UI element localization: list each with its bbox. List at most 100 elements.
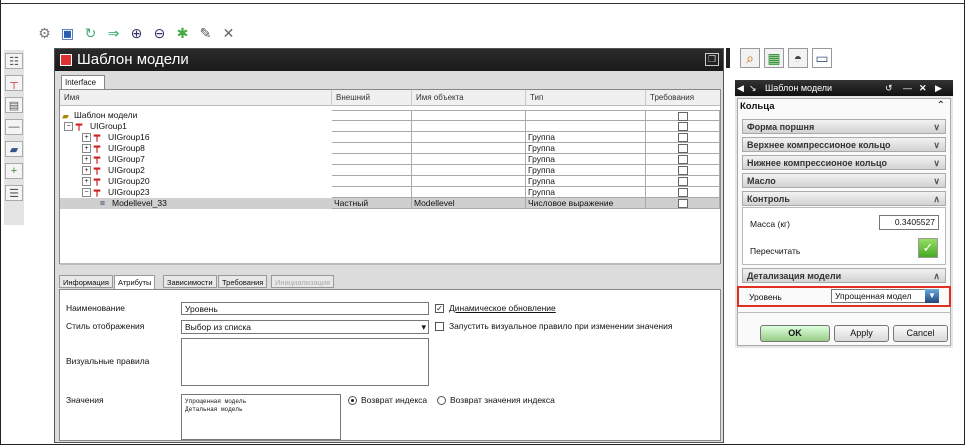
chevron-up-icon[interactable]: ⌃ <box>937 100 945 111</box>
name-input[interactable]: Уровень <box>181 302 429 315</box>
table-row[interactable]: + ┯ UIGroup16 Группа <box>60 132 720 143</box>
return-index-radio[interactable] <box>348 396 357 405</box>
tab-dependencies[interactable]: Зависимости <box>163 275 217 288</box>
minimize-icon[interactable]: — <box>903 80 912 96</box>
table-row[interactable]: ▰ Шаблон модели <box>60 110 720 121</box>
arrow-right-icon[interactable]: ⇒ <box>105 24 122 41</box>
values-list[interactable]: Упрощенная модель Детальная модель <box>181 394 341 440</box>
section-top-ring[interactable]: Верхнее компрессионое кольцо ∨ <box>742 137 946 152</box>
close-icon[interactable]: ✕ <box>220 24 237 41</box>
table-row-selected[interactable]: = Modellevel_33 Частный Modellevel Число… <box>60 198 720 209</box>
mass-input[interactable]: 0.3405527 <box>879 215 939 230</box>
col-external[interactable]: Внешний <box>332 90 412 106</box>
table-row[interactable]: + ┯ UIGroup7 Группа <box>60 154 720 165</box>
window-icon[interactable]: ▭ <box>812 48 832 68</box>
col-object-name[interactable]: Имя объекта <box>412 90 526 106</box>
splitter[interactable] <box>60 263 720 265</box>
zoom-in-icon[interactable]: ⊕ <box>128 24 145 41</box>
table-row[interactable]: + ┯ UIGroup20 Группа <box>60 176 720 187</box>
dynamic-update-label: Динамическое обновление <box>449 303 556 313</box>
ok-button[interactable]: OK <box>760 325 830 342</box>
recalculate-button[interactable]: ✓ <box>918 238 938 258</box>
requirement-checkbox[interactable] <box>678 177 688 186</box>
requirement-checkbox[interactable] <box>678 188 688 197</box>
collapse-icon[interactable]: − <box>64 122 73 131</box>
requirement-checkbox[interactable] <box>678 199 688 208</box>
requirement-checkbox[interactable] <box>678 112 688 121</box>
apply-button[interactable]: Apply <box>834 325 889 342</box>
section-piston-shape[interactable]: Форма поршня ∨ <box>742 119 946 134</box>
col-name[interactable]: Имя <box>60 90 332 106</box>
save-icon[interactable]: ▣ <box>59 24 76 41</box>
chevron-up-icon: ∧ <box>933 194 940 204</box>
tab-requirements[interactable]: Требования <box>218 275 268 288</box>
row-name: UIGroup7 <box>108 154 145 164</box>
tab-info[interactable]: Информация <box>59 275 113 288</box>
view-icon[interactable]: ◓ <box>788 48 808 68</box>
cell-object <box>412 110 526 121</box>
run-visual-rule-checkbox[interactable] <box>435 322 444 331</box>
part-icon[interactable]: ▦ <box>764 48 784 68</box>
hammer-icon[interactable]: ✎ <box>197 24 214 41</box>
level-select[interactable]: Упрощенная модел ▼ <box>831 289 939 303</box>
line-tool-icon[interactable]: — <box>5 119 23 135</box>
pin-tool-icon[interactable]: ┬ <box>5 75 23 91</box>
row-name: UIGroup2 <box>108 165 145 175</box>
tab-interface[interactable]: Interface <box>61 75 105 89</box>
grid-tool-icon[interactable]: ☷ <box>5 53 23 69</box>
table-row[interactable]: + ┯ UIGroup8 Группа <box>60 143 720 154</box>
stack-tool-icon[interactable]: ☰ <box>5 185 23 201</box>
magic-wand-icon[interactable]: ✱ <box>174 24 191 41</box>
requirement-checkbox[interactable] <box>678 122 688 131</box>
section-oil[interactable]: Масло ∨ <box>742 173 946 188</box>
section-control[interactable]: Контроль ∧ <box>742 191 946 206</box>
cell-req <box>646 132 720 143</box>
list-item[interactable]: Упрощенная модель <box>185 398 340 406</box>
table-row[interactable]: − ┯ UIGroup1 <box>60 121 720 132</box>
expand-icon[interactable]: + <box>82 133 91 142</box>
search-icon[interactable]: ⌕ <box>740 48 760 68</box>
close-icon[interactable]: ✕ <box>919 80 927 96</box>
cancel-button[interactable]: Cancel <box>893 325 948 342</box>
rings-header[interactable]: Кольца <box>740 101 774 112</box>
table-row[interactable]: + ┯ UIGroup2 Группа <box>60 165 720 176</box>
layout-tool-icon[interactable]: ▤ <box>5 97 23 113</box>
list-item[interactable]: Детальная модель <box>185 406 340 414</box>
table-row[interactable]: − ┯ UIGroup23 Группа <box>60 187 720 198</box>
visual-rules-input[interactable] <box>181 338 429 386</box>
section-model-detail[interactable]: Детализация модели ∧ <box>742 268 946 283</box>
col-type[interactable]: Тип <box>526 90 646 106</box>
return-index-value-radio[interactable] <box>437 396 446 405</box>
cell-req <box>646 110 720 121</box>
requirement-checkbox[interactable] <box>678 166 688 175</box>
zoom-out-icon[interactable]: ⊖ <box>151 24 168 41</box>
dynamic-update-checkbox[interactable]: ✓ <box>435 304 444 313</box>
settings-tool-icon[interactable]: ⚙ <box>36 24 53 41</box>
requirement-checkbox[interactable] <box>678 144 688 153</box>
refresh-icon[interactable]: ↻ <box>82 24 99 41</box>
col-requirements[interactable]: Требования <box>646 90 720 106</box>
tab-attributes[interactable]: Атрибуты <box>114 275 156 289</box>
expand-icon[interactable]: + <box>82 155 91 164</box>
panel-gripper[interactable] <box>726 48 730 68</box>
forward-arrow-icon[interactable]: ▶ <box>935 80 942 96</box>
chevron-down-icon[interactable]: ▾ <box>421 321 426 333</box>
cell-type: Группа <box>526 132 646 143</box>
collapse-icon[interactable]: − <box>82 188 91 197</box>
expand-icon[interactable]: + <box>82 177 91 186</box>
refresh-icon[interactable]: ↺ <box>885 80 893 96</box>
chevron-down-icon[interactable]: ▼ <box>925 289 939 303</box>
back-arrow-icon[interactable]: ◀ <box>737 80 744 96</box>
display-style-select[interactable]: Выбор из списка ▾ <box>181 320 429 334</box>
requirement-checkbox[interactable] <box>678 155 688 164</box>
section-bottom-ring[interactable]: Нижнее компрессионое кольцо ∨ <box>742 155 946 170</box>
cell-object <box>412 187 526 198</box>
tab-initialization[interactable]: Инициализация <box>271 275 335 288</box>
expand-icon[interactable]: + <box>82 144 91 153</box>
cell-object <box>412 165 526 176</box>
expand-icon[interactable]: + <box>82 166 91 175</box>
requirement-checkbox[interactable] <box>678 133 688 142</box>
image-tool-icon[interactable]: ▰ <box>5 141 23 157</box>
restore-window-button[interactable]: ❐ <box>705 53 719 66</box>
add-tool-icon[interactable]: + <box>5 163 23 179</box>
